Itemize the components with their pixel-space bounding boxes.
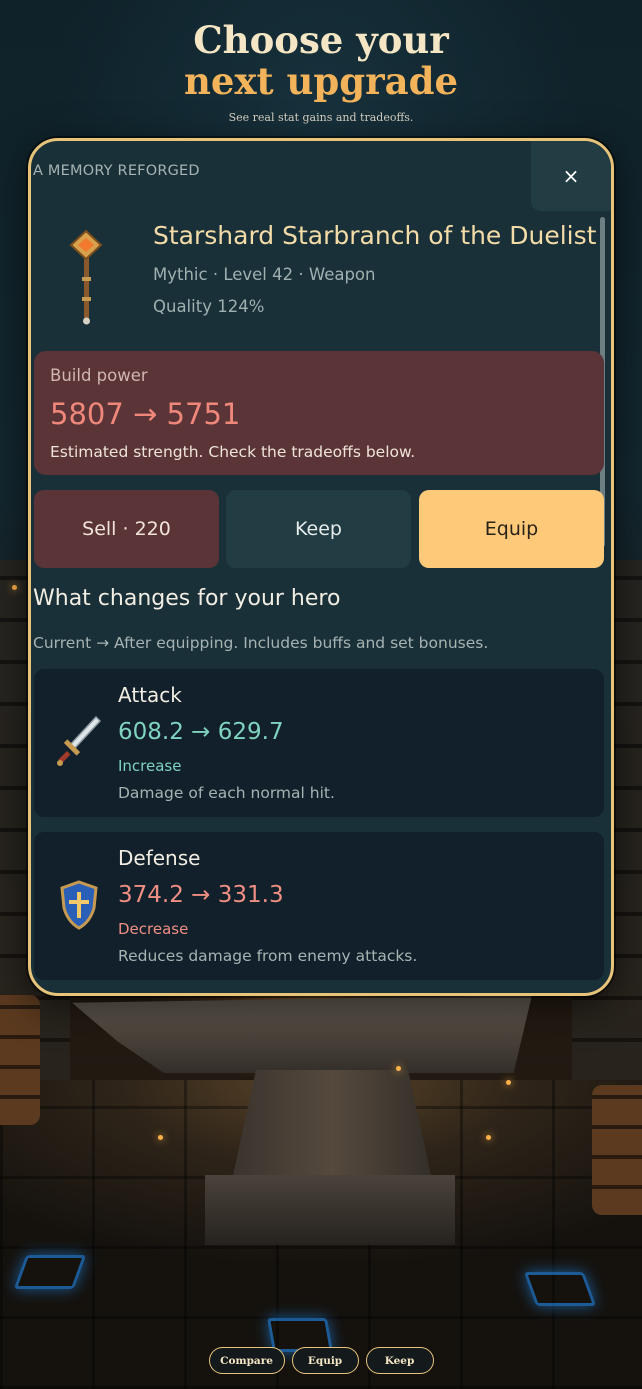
equip-pill-button[interactable]: Equip	[291, 1347, 359, 1374]
build-power-panel: Build power 5807 → 5751 Estimated streng…	[34, 351, 604, 475]
build-power-value: 5807 → 5751	[50, 397, 241, 431]
equip-button[interactable]: Equip	[419, 490, 604, 568]
ember	[158, 1135, 163, 1140]
ember	[486, 1135, 491, 1140]
anvil-base	[205, 1175, 455, 1245]
title-line-2: next upgrade	[184, 59, 458, 103]
compare-pill-button[interactable]: Compare	[208, 1347, 285, 1374]
modal-kicker: A MEMORY REFORGED	[33, 163, 200, 179]
staff-icon	[69, 229, 103, 325]
floor-rune	[523, 1272, 597, 1306]
build-power-label: Build power	[50, 366, 148, 385]
close-button[interactable]: ×	[531, 141, 611, 211]
stat-name: Attack	[118, 683, 182, 707]
stat-card-attack: Attack 608.2 → 629.7 Increase Damage of …	[34, 669, 604, 817]
stat-change-tag: Decrease	[118, 920, 189, 938]
close-icon: ×	[562, 164, 580, 188]
keep-pill-button[interactable]: Keep	[365, 1347, 434, 1374]
barrel-left	[0, 995, 40, 1125]
keep-button[interactable]: Keep	[226, 490, 411, 568]
title-line-1: Choose your	[193, 18, 449, 62]
page-title: Choose your next upgrade	[0, 20, 642, 102]
upgrade-modal: A MEMORY REFORGED × Starshard Starbranch…	[28, 138, 614, 996]
sword-icon	[57, 715, 102, 766]
anvil-waist	[232, 1070, 432, 1180]
stat-description: Damage of each normal hit.	[118, 784, 335, 802]
item-name: Starshard Starbranch of the Duelist	[153, 221, 597, 250]
changes-heading: What changes for your hero	[33, 586, 341, 611]
quick-actions: Compare Equip Keep	[0, 1347, 642, 1374]
stat-change-tag: Increase	[118, 757, 182, 775]
ember	[506, 1080, 511, 1085]
ember	[396, 1066, 401, 1071]
floor-rune	[13, 1255, 87, 1289]
stat-value: 608.2 → 629.7	[118, 719, 284, 745]
stat-value: 374.2 → 331.3	[118, 882, 284, 908]
action-buttons: Sell · 220 Keep Equip	[34, 490, 604, 568]
ember	[12, 585, 17, 590]
stat-name: Defense	[118, 846, 201, 870]
item-meta: Mythic · Level 42 · Weapon	[153, 265, 376, 284]
changes-subtitle: Current → After equipping. Includes buff…	[33, 634, 489, 652]
stat-card-defense: Defense 374.2 → 331.3 Decrease Reduces d…	[34, 832, 604, 980]
page-subtitle: See real stat gains and tradeoffs.	[228, 111, 414, 124]
barrel-right	[592, 1085, 642, 1215]
shield-icon	[60, 880, 98, 930]
build-power-note: Estimated strength. Check the tradeoffs …	[50, 443, 416, 461]
item-quality: Quality 124%	[153, 297, 265, 316]
sell-button[interactable]: Sell · 220	[34, 490, 219, 568]
stat-description: Reduces damage from enemy attacks.	[118, 947, 418, 965]
